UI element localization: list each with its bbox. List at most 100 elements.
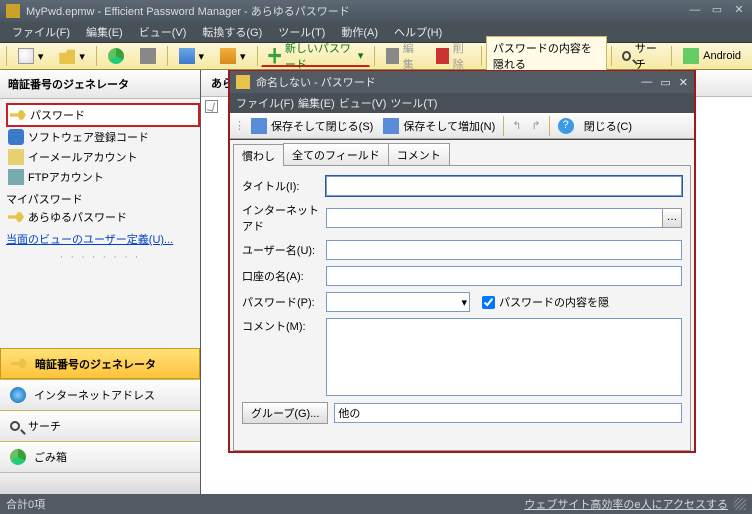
next-button[interactable]: ↱	[528, 115, 545, 137]
dialog-minimize[interactable]: —	[641, 76, 652, 89]
tree-item-password[interactable]: パスワード	[6, 103, 200, 127]
input-account[interactable]	[326, 266, 682, 286]
resize-grip[interactable]	[734, 498, 746, 510]
dialog-close[interactable]: ✕	[679, 76, 688, 89]
sidebar: 暗証番号のジェネレータ パスワード ソフトウェア登録コード イーメールアカウント…	[0, 70, 201, 494]
prev-button[interactable]: ↰	[508, 115, 525, 137]
help-button[interactable]: ?	[554, 115, 578, 137]
close-button[interactable]: ✕	[732, 5, 746, 17]
main-toolbar: ▾ ▾ ▾ ▾ 新しいパスワード ▾ 編集 削除 パスワードの内容を隠れる サー…	[0, 42, 752, 70]
column-marker[interactable]	[205, 100, 218, 113]
dialog-tabs: 慣わし 全てのフィールド コメント	[233, 143, 691, 165]
input-url[interactable]	[326, 208, 663, 228]
maximize-button[interactable]: ▭	[710, 5, 724, 17]
delete-icon	[436, 48, 449, 64]
nav-internet[interactable]: インターネットアドレス	[0, 379, 200, 410]
nav-trash[interactable]: ごみ箱	[0, 441, 200, 472]
status-website-link[interactable]: ウェブサイト高効率のe人にアクセスする	[524, 496, 728, 512]
new-password-button[interactable]: 新しいパスワード ▾	[261, 45, 370, 67]
trash-icon	[10, 449, 26, 465]
dmenu-tools[interactable]: ツール(T)	[390, 95, 437, 111]
input-group[interactable]	[334, 403, 682, 423]
tree-item-ftp[interactable]: FTPアカウント	[6, 167, 200, 187]
android-button[interactable]: Android	[676, 45, 748, 67]
url-browse-button[interactable]: …	[662, 208, 682, 228]
input-user[interactable]	[326, 240, 682, 260]
save-icon	[383, 118, 399, 134]
dmenu-edit[interactable]: 編集(E)	[298, 95, 335, 111]
export-button[interactable]: ▾	[213, 45, 253, 67]
export-icon	[220, 48, 236, 64]
label-url: インターネットアド	[242, 202, 326, 234]
sidebar-splitter[interactable]: · · · · · · · ·	[0, 251, 200, 261]
input-title[interactable]	[326, 176, 682, 196]
import-icon	[179, 48, 195, 64]
pencil-icon	[386, 48, 399, 64]
save-add-button[interactable]: 保存そして増加(N)	[379, 115, 499, 137]
tree-mypassword-label: マイパスワード	[6, 187, 200, 207]
globe-icon	[10, 387, 26, 403]
dialog-form: タイトル(I): インターネットアド… ユーザー名(U): 口座の名(A): パ…	[233, 165, 691, 451]
tree-item-email[interactable]: イーメールアカウント	[6, 147, 200, 167]
delete-button[interactable]: 削除	[429, 45, 477, 67]
menu-view[interactable]: ビュー(V)	[133, 22, 193, 42]
plus-icon	[268, 48, 281, 64]
sidebar-header: 暗証番号のジェネレータ	[0, 70, 200, 99]
print-button[interactable]	[133, 45, 163, 67]
dialog-menubar: ファイル(F) 編集(E) ビュー(V) ツール(T)	[230, 93, 694, 113]
import-button[interactable]: ▾	[172, 45, 212, 67]
key-icon	[236, 75, 250, 89]
dmenu-file[interactable]: ファイル(F)	[236, 95, 294, 111]
minimize-button[interactable]: —	[688, 5, 702, 17]
label-comment: コメント(M):	[242, 318, 326, 334]
open-button[interactable]: ▾	[52, 45, 92, 67]
tree-item-all[interactable]: あらゆるパスワード	[6, 207, 200, 227]
dialog-close-button[interactable]: 閉じる(C)	[580, 115, 636, 137]
chevron-down-icon: ▾	[461, 296, 467, 309]
sync-button[interactable]	[101, 45, 131, 67]
tab-allfields[interactable]: 全てのフィールド	[283, 143, 389, 165]
label-title: タイトル(I):	[242, 178, 326, 194]
password-dialog: 命名しない - パスワード — ▭ ✕ ファイル(F) 編集(E) ビュー(V)…	[228, 70, 696, 453]
nav-search[interactable]: サーチ	[0, 410, 200, 441]
checkbox-hide-password[interactable]	[482, 296, 495, 309]
dialog-title: 命名しない - パスワード	[256, 74, 376, 90]
folder-open-icon	[59, 48, 75, 64]
input-comment[interactable]	[326, 318, 682, 396]
tab-custom[interactable]: 慣わし	[233, 144, 284, 166]
status-count: 合計0項	[6, 496, 45, 512]
new-doc-button[interactable]: ▾	[11, 45, 51, 67]
key-icon	[10, 107, 26, 123]
sidebar-tree: パスワード ソフトウェア登録コード イーメールアカウント FTPアカウント マイ…	[0, 99, 200, 227]
tree-item-software[interactable]: ソフトウェア登録コード	[6, 127, 200, 147]
status-bar: 合計0項 ウェブサイト高効率のe人にアクセスする	[0, 494, 752, 514]
app-icon	[6, 4, 20, 18]
search-button[interactable]: サーチ	[615, 45, 667, 67]
menu-file[interactable]: ファイル(F)	[6, 22, 76, 42]
label-password: パスワード(P):	[242, 294, 326, 310]
dialog-toolbar: ⋮ 保存そして閉じる(S) 保存そして増加(N) ↰ ↱ ? 閉じる(C)	[230, 113, 694, 139]
edit-button[interactable]: 編集	[379, 45, 427, 67]
menu-convert[interactable]: 転換する(G)	[196, 22, 268, 42]
window-titlebar: MyPwd.epmw - Efficient Password Manager …	[0, 0, 752, 22]
menu-help[interactable]: ヘルプ(H)	[388, 22, 448, 42]
save-icon	[251, 118, 267, 134]
window-title: MyPwd.epmw - Efficient Password Manager …	[26, 3, 350, 19]
search-icon	[622, 51, 631, 61]
user-defined-link[interactable]: 当面のビューのユーザー定義(U)...	[0, 227, 200, 251]
content-area: あらゆるパスワード 命名しない - パスワード — ▭ ✕ ファイル(F) 編集…	[201, 70, 752, 494]
document-icon	[18, 48, 34, 64]
tab-comment[interactable]: コメント	[388, 143, 450, 165]
save-close-button[interactable]: 保存そして閉じる(S)	[247, 115, 377, 137]
printer-icon	[140, 48, 156, 64]
nav-generator[interactable]: 暗証番号のジェネレータ	[0, 348, 200, 379]
label-account: 口座の名(A):	[242, 268, 326, 284]
dmenu-view[interactable]: ビュー(V)	[339, 95, 387, 111]
input-password[interactable]: ▾	[326, 292, 470, 312]
menu-edit[interactable]: 編集(E)	[80, 22, 129, 42]
android-icon	[683, 48, 699, 64]
help-icon: ?	[558, 118, 574, 134]
dialog-maximize[interactable]: ▭	[660, 76, 670, 89]
cert-icon	[8, 129, 24, 145]
group-button[interactable]: グループ(G)...	[242, 402, 328, 424]
